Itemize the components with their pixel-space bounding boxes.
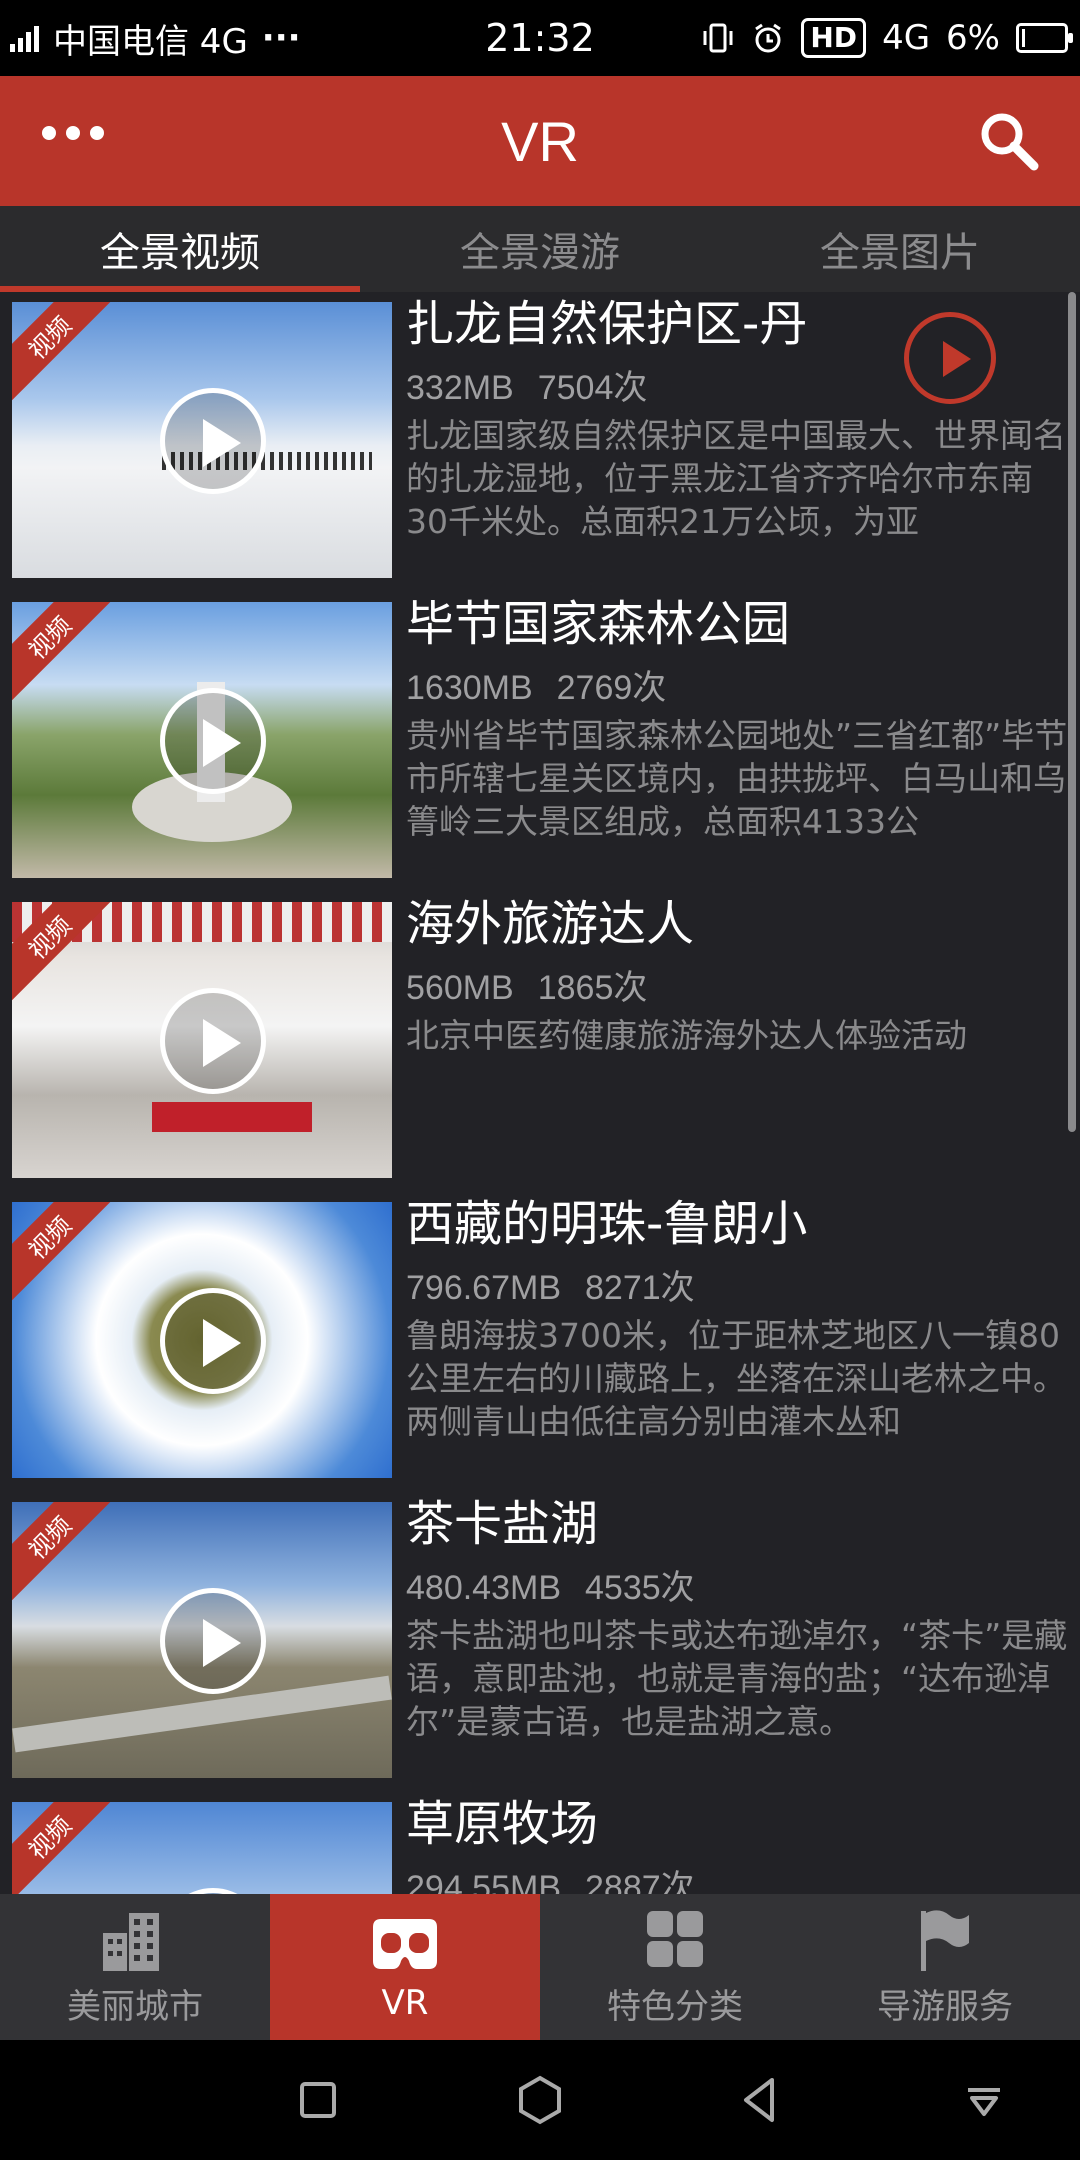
item-size: 796.67MB [406,1269,561,1307]
item-views: 8271次 [585,1269,695,1307]
item-description: 北京中医药健康旅游海外达人体验活动 [406,1016,967,1055]
video-thumbnail[interactable]: 视频 [12,302,392,578]
nav-label: VR [381,1983,429,2023]
video-thumbnail[interactable]: 视频 [12,1202,392,1478]
item-description: 贵州省毕节国家森林公园地处”三省红都”毕节市所辖七星关区境内，由拱拢坪、白马山和… [406,716,1068,841]
status-bar: 中国电信 4G ··· 21:32 HD 4G 6% [0,0,1080,76]
item-views: 2769次 [556,669,667,707]
alarm-icon [755,23,782,53]
item-size: 294.55MB [406,1869,561,1894]
video-list[interactable]: 视频 扎龙自然保护区-丹 332MB 7504次 扎龙国家级自然保护区是中国最大、… [0,292,1080,1894]
system-nav-bar [0,2040,1080,2160]
tab-panoramic-video[interactable]: 全景视频 [0,206,360,292]
play-icon[interactable] [160,1288,266,1394]
flag-icon [921,1909,969,1971]
vr-headset-icon [373,1919,437,1969]
item-views: 7504次 [537,369,648,407]
video-thumbnail[interactable]: 视频 [12,1802,392,1894]
play-icon[interactable] [160,688,266,794]
grid-icon [647,1910,703,1967]
page-title: VR [501,109,579,173]
buildings-icon [103,1912,159,1971]
item-title: 茶卡盐湖 [406,1496,599,1552]
list-item[interactable]: 视频 扎龙自然保护区-丹 332MB 7504次 扎龙国家级自然保护区是中国最大、… [0,292,1080,592]
recent-apps-icon[interactable] [288,2070,348,2130]
list-item[interactable]: 视频 西藏的明珠-鲁朗小 796.67MB 8271次 鲁朗海拔3700米，位于距… [0,1192,1080,1492]
play-icon[interactable] [160,988,266,1094]
item-size: 332MB [406,369,514,407]
play-icon[interactable] [160,388,266,494]
item-description: 茶卡盐湖也叫茶卡或达布逊淖尔，“茶卡”是藏语，意即盐池，也就是青海的盐；“达布逊… [406,1616,1068,1741]
play-icon[interactable] [160,1588,266,1694]
home-icon[interactable] [510,2070,570,2130]
nav-item-guide[interactable]: 导游服务 [810,1894,1080,2040]
play-circle-icon[interactable] [904,312,996,404]
tab-panoramic-tour[interactable]: 全景漫游 [360,206,720,292]
app-header: VR [0,76,1080,206]
item-meta: 796.67MB 8271次 [406,1260,695,1309]
back-icon[interactable] [730,2070,790,2130]
item-title: 毕节国家森林公园 [406,596,791,652]
item-title: 海外旅游达人 [406,896,695,952]
scrollbar[interactable] [1068,292,1076,1132]
item-description: 鲁朗海拔3700米，位于距林芝地区八一镇80公里左右的川藏路上，坐落在深山老林之… [406,1316,1066,1441]
status-right: HD 4G 6% [701,0,1073,76]
network-label: 4G [882,18,931,58]
notification-pull-icon[interactable] [954,2070,1014,2130]
item-size: 560MB [406,969,514,1007]
item-title: 草原牧场 [406,1796,599,1852]
item-meta: 1630MB 2769次 [406,660,666,709]
nav-item-city[interactable]: 美丽城市 [0,1894,270,2040]
item-views: 2887次 [585,1869,695,1894]
stage-decoration [152,1102,312,1132]
bottom-nav: 美丽城市 VR 特色分类 导游服务 [0,1894,1080,2040]
item-size: 480.43MB [406,1569,561,1607]
item-meta: 480.43MB 4535次 [406,1560,695,1609]
item-meta: 332MB 7504次 [406,360,647,409]
item-title: 扎龙自然保护区-丹 [406,296,808,352]
vibrate-icon [703,23,733,53]
nav-item-vr[interactable]: VR [270,1894,540,2040]
more-menu-icon[interactable] [42,126,104,140]
list-item[interactable]: 视频 海外旅游达人 560MB 1865次 北京中医药健康旅游海外达人体验活动 [0,892,1080,1192]
video-thumbnail[interactable]: 视频 [12,902,392,1178]
nav-label: 导游服务 [877,1986,1013,2027]
battery-icon [1016,23,1073,53]
video-thumbnail[interactable]: 视频 [12,602,392,878]
list-item[interactable]: 视频 茶卡盐湖 480.43MB 4535次 茶卡盐湖也叫茶卡或达布逊淖尔，“茶卡… [0,1492,1080,1792]
item-meta: 560MB 1865次 [406,960,647,1009]
video-thumbnail[interactable]: 视频 [12,1502,392,1778]
item-size: 1630MB [406,669,533,707]
item-title: 西藏的明珠-鲁朗小 [406,1196,808,1252]
search-icon[interactable] [974,106,1044,176]
item-views: 4535次 [585,1569,695,1607]
tab-bar: 全景视频 全景漫游 全景图片 [0,206,1080,292]
tab-panoramic-photos[interactable]: 全景图片 [720,206,1080,292]
list-item[interactable]: 视频 草原牧场 294.55MB 2887次 [0,1792,1080,1894]
time-label: 21:32 [485,16,595,60]
list-item[interactable]: 视频 毕节国家森林公园 1630MB 2769次 贵州省毕节国家森林公园地处”三省… [0,592,1080,892]
item-views: 1865次 [537,969,648,1007]
battery-percent: 6% [946,18,1000,58]
nav-item-category[interactable]: 特色分类 [540,1894,810,2040]
hd-badge: HD [801,18,867,58]
nav-label: 特色分类 [607,1986,743,2027]
item-description: 扎龙国家级自然保护区是中国最大、世界闻名的扎龙湿地，位于黑龙江省齐齐哈尔市东南3… [406,416,1066,541]
item-meta: 294.55MB 2887次 [406,1860,695,1894]
nav-label: 美丽城市 [67,1986,203,2027]
